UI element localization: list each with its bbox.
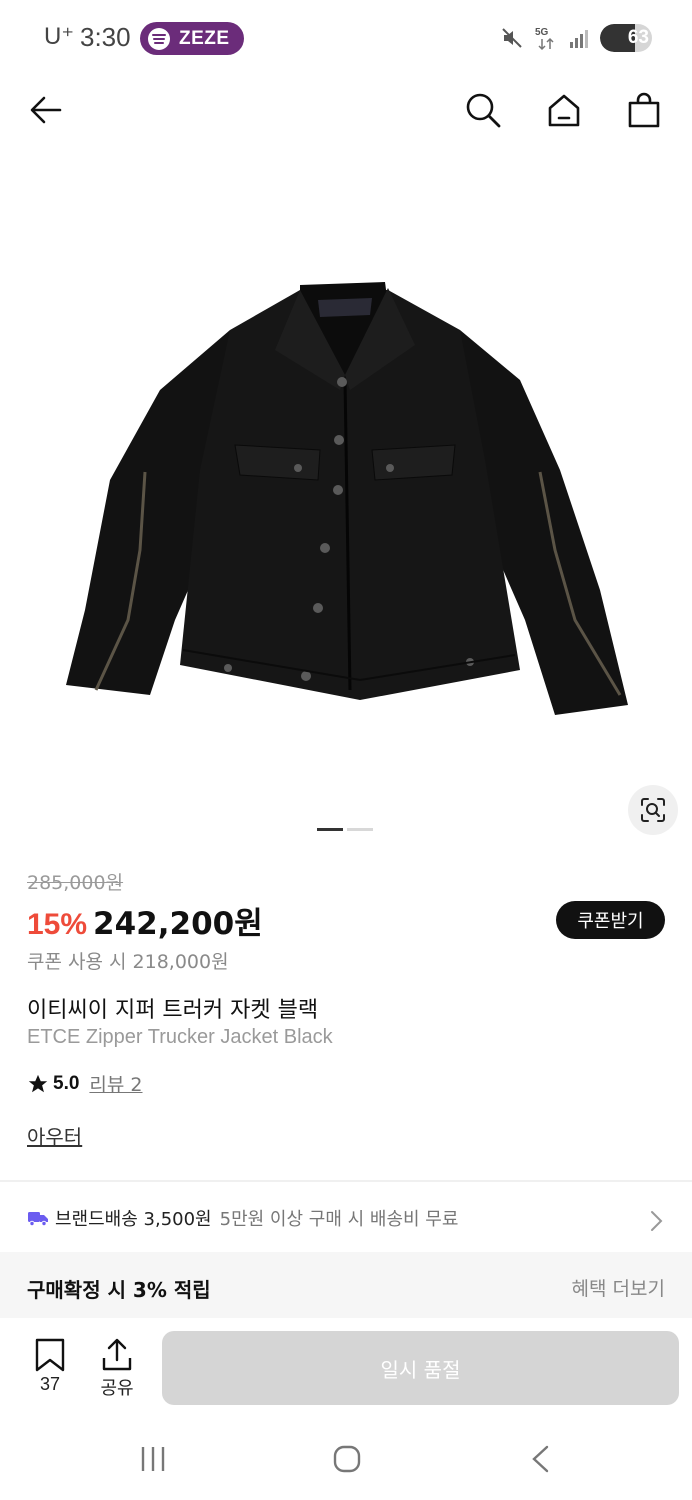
- search-button[interactable]: [461, 88, 505, 132]
- clock: 3:30: [80, 22, 131, 52]
- star-icon: [28, 1074, 48, 1092]
- bookmark-icon: [35, 1338, 65, 1372]
- bookmark-button[interactable]: 37: [25, 1338, 75, 1395]
- price-row: 15% 242,200원: [27, 898, 263, 943]
- shopping-bag-icon: [628, 92, 660, 128]
- bookmark-count: 37: [39, 1374, 61, 1394]
- spotify-icon: [148, 27, 170, 50]
- soldout-button[interactable]: 일시 품절: [162, 1331, 679, 1405]
- top-navigation: [0, 80, 692, 140]
- status-icons: 5G 63: [500, 24, 652, 52]
- share-button[interactable]: 공유: [92, 1338, 142, 1400]
- android-navigation-bar: [0, 1420, 692, 1500]
- rating-row: 5.0 리뷰 2: [27, 1070, 143, 1097]
- discount-rate: 15%: [27, 908, 88, 941]
- sale-price: 242,200원: [93, 906, 263, 942]
- carrier-label: U⁺: [44, 23, 74, 50]
- recent-apps-button[interactable]: [140, 1444, 166, 1474]
- product-title-en: ETCE Zipper Trucker Jacket Black: [27, 1026, 333, 1048]
- benefit-more-link[interactable]: 혜택 더보기: [572, 1274, 665, 1301]
- home-icon: [548, 94, 580, 127]
- cart-button[interactable]: [622, 88, 666, 132]
- lens-icon: [641, 798, 665, 822]
- rating-value: 5.0: [53, 1072, 80, 1094]
- notification-pill-label: ZEZE: [179, 27, 230, 49]
- original-price: 285,000원: [27, 872, 124, 894]
- review-link[interactable]: 리뷰 2: [89, 1070, 142, 1097]
- image-search-button[interactable]: [628, 785, 678, 835]
- carousel-indicator: [317, 828, 373, 831]
- network-5g-icon: 5G: [535, 27, 554, 51]
- coupon-price: 쿠폰 사용 시 218,000원: [27, 951, 229, 973]
- battery-icon: 63: [600, 24, 652, 52]
- share-icon: [102, 1338, 132, 1371]
- coupon-button[interactable]: 쿠폰받기: [556, 901, 665, 939]
- carousel-dot-active: [317, 828, 343, 831]
- bottom-action-bar: 37 공유 일시 품절: [0, 1320, 692, 1416]
- carousel-dot: [347, 828, 373, 831]
- back-button[interactable]: [24, 88, 68, 132]
- benefit-text: 구매확정 시 3% 적립: [27, 1278, 211, 1302]
- share-label: 공유: [100, 1378, 134, 1398]
- home-nav-button[interactable]: [332, 1444, 362, 1474]
- arrow-left-icon: [30, 96, 62, 124]
- signal-icon: [570, 30, 588, 48]
- product-image[interactable]: [0, 150, 692, 810]
- free-shipping-condition: 5만원 이상 구매 시 배송비 무료: [219, 1209, 459, 1230]
- truck-icon: [28, 1212, 48, 1227]
- search-icon: [466, 93, 501, 128]
- divider: [0, 1180, 692, 1182]
- benefit-row: 구매확정 시 3% 적립 혜택 더보기: [0, 1252, 692, 1318]
- network-label: 5G: [535, 27, 549, 38]
- jacket-photo: [66, 282, 628, 715]
- home-button[interactable]: [542, 88, 586, 132]
- product-title-ko: 이티씨이 지퍼 트러커 자켓 블랙: [27, 998, 319, 1023]
- category-link[interactable]: 아우터: [27, 1121, 82, 1150]
- battery-level: 63: [627, 27, 649, 48]
- shipping-fee: 브랜드배송 3,500원: [55, 1209, 212, 1230]
- status-bar: U⁺ 3:30 ZEZE 5G 63: [0, 0, 692, 76]
- back-nav-button[interactable]: [528, 1444, 552, 1474]
- chevron-right-icon: [651, 1211, 663, 1231]
- spotify-notification-pill[interactable]: ZEZE: [140, 22, 244, 55]
- mute-icon: [502, 28, 522, 48]
- shipping-info-row[interactable]: 브랜드배송 3,500원 5만원 이상 구매 시 배송비 무료: [0, 1188, 692, 1248]
